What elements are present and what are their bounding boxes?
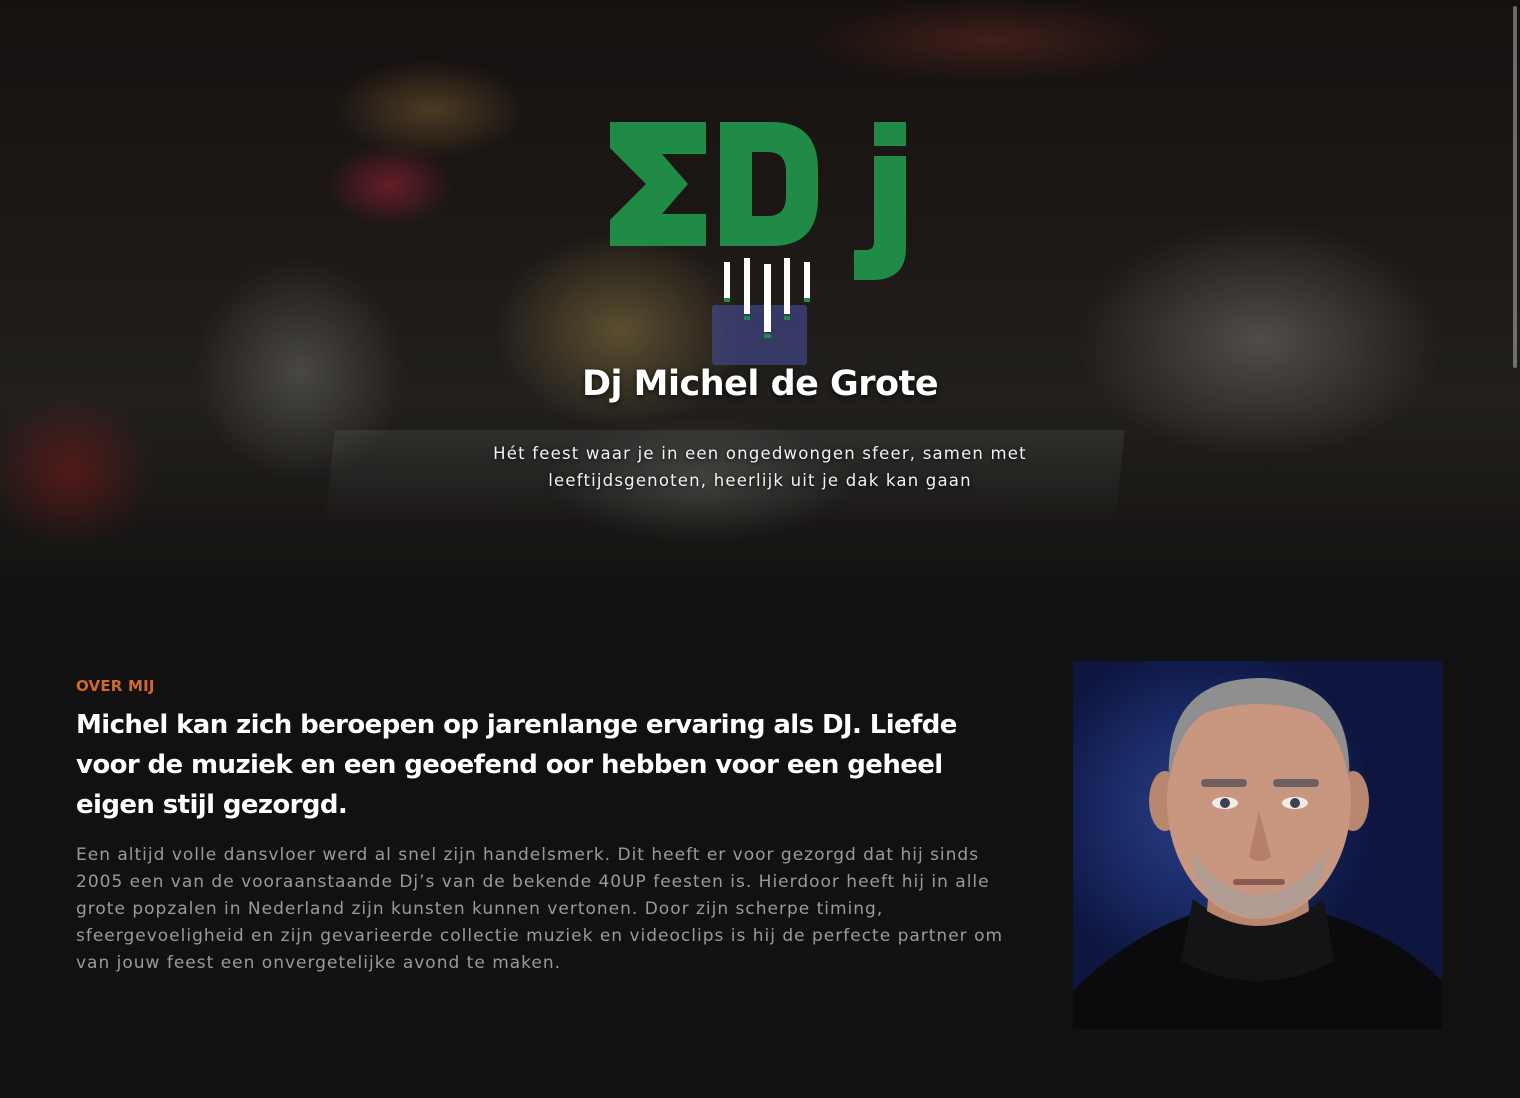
hero-title: Dj Michel de Grote [581,364,939,404]
edj-logo[interactable] [610,122,910,340]
about-heading: Michel kan zich beroepen op jarenlange e… [76,710,957,820]
about-body-text: Een altijd volle dansvloer werd al snel … [76,845,1004,973]
section-eyebrow: OVER MIJ [76,677,155,695]
hero-section: Dj Michel de Grote Hét feest waar je in … [0,0,1520,577]
scrollbar-thumb[interactable] [1513,6,1517,368]
hero-subtitle: Hét feest waar je in een ongedwongen sfe… [493,444,1027,490]
portrait-illustration [1073,678,1442,1029]
portrait-photo [1073,661,1442,1029]
about-section: OVER MIJ Michel kan zich beroepen op jar… [0,577,1520,1098]
